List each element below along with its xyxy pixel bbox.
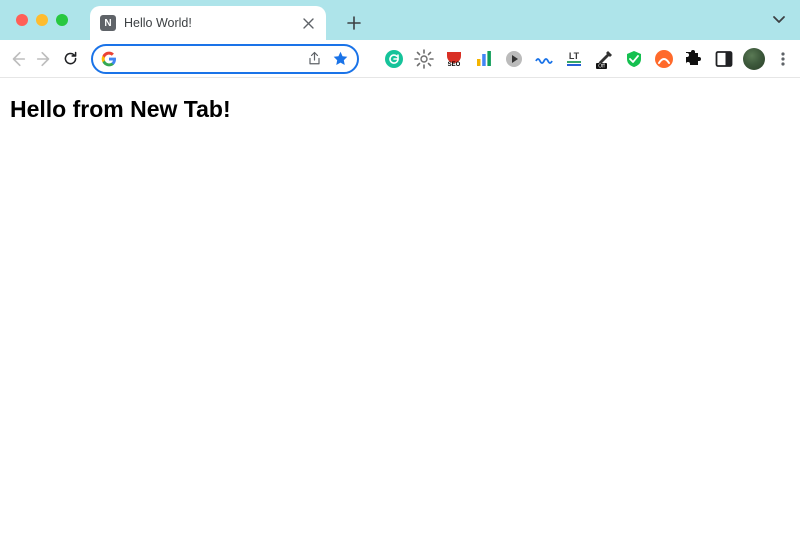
page-heading: Hello from New Tab! (10, 96, 790, 123)
bars-icon (474, 49, 494, 69)
forward-button[interactable] (34, 45, 54, 73)
browser-toolbar: SEO LT Off (0, 40, 800, 78)
extension-wave[interactable] (533, 48, 555, 70)
extension-settings-gear[interactable] (413, 48, 435, 70)
extension-grammarly[interactable] (383, 48, 405, 70)
extensions-menu-button[interactable] (683, 48, 705, 70)
seo-icon: SEO (444, 49, 464, 69)
window-minimize-button[interactable] (36, 14, 48, 26)
arrow-left-icon (9, 50, 27, 68)
page-content: Hello from New Tab! (0, 78, 800, 539)
extension-languagetool[interactable]: LT (563, 48, 585, 70)
reload-icon (62, 50, 79, 67)
svg-text:SEO: SEO (447, 62, 460, 68)
svg-text:LT: LT (568, 51, 579, 61)
share-button[interactable] (305, 49, 325, 69)
new-tab-button[interactable] (340, 9, 368, 37)
tab-search-button[interactable] (772, 12, 786, 31)
address-bar[interactable] (91, 44, 359, 74)
shield-icon (624, 49, 644, 69)
extension-eyedropper[interactable]: Off (593, 48, 615, 70)
eyedropper-icon: Off (594, 49, 614, 69)
chevron-down-icon (772, 12, 786, 26)
tab-favicon: N (100, 15, 116, 31)
svg-text:Off: Off (598, 63, 605, 69)
circle-slash-icon (654, 49, 674, 69)
window-maximize-button[interactable] (56, 14, 68, 26)
window-close-button[interactable] (16, 14, 28, 26)
google-g-icon (101, 51, 117, 67)
kebab-icon (775, 51, 791, 67)
play-icon (504, 49, 524, 69)
extension-analytics[interactable] (473, 48, 495, 70)
browser-tab[interactable]: N Hello World! (90, 6, 326, 40)
gear-icon (414, 49, 434, 69)
extension-video[interactable] (503, 48, 525, 70)
extension-seo[interactable]: SEO (443, 48, 465, 70)
side-panel-icon (714, 49, 734, 69)
close-tab-button[interactable] (300, 15, 316, 31)
bookmark-button[interactable] (331, 49, 351, 69)
reload-button[interactable] (60, 45, 80, 73)
browser-menu-button[interactable] (775, 47, 792, 71)
grammarly-icon (384, 49, 404, 69)
profile-avatar[interactable] (743, 48, 765, 70)
puzzle-icon (684, 49, 704, 69)
plus-icon (347, 16, 361, 30)
window-controls (6, 14, 68, 40)
side-panel-button[interactable] (713, 48, 735, 70)
extensions-strip: SEO LT Off (383, 48, 765, 70)
star-icon (332, 50, 349, 67)
back-button[interactable] (8, 45, 28, 73)
url-input[interactable] (123, 51, 299, 66)
close-icon (303, 18, 314, 29)
wave-icon (534, 49, 554, 69)
extension-orange[interactable] (653, 48, 675, 70)
tab-title: Hello World! (124, 16, 292, 30)
lt-icon: LT (564, 49, 584, 69)
share-icon (307, 51, 322, 66)
extension-adblock[interactable] (623, 48, 645, 70)
tab-strip: N Hello World! (0, 0, 800, 40)
arrow-right-icon (35, 50, 53, 68)
